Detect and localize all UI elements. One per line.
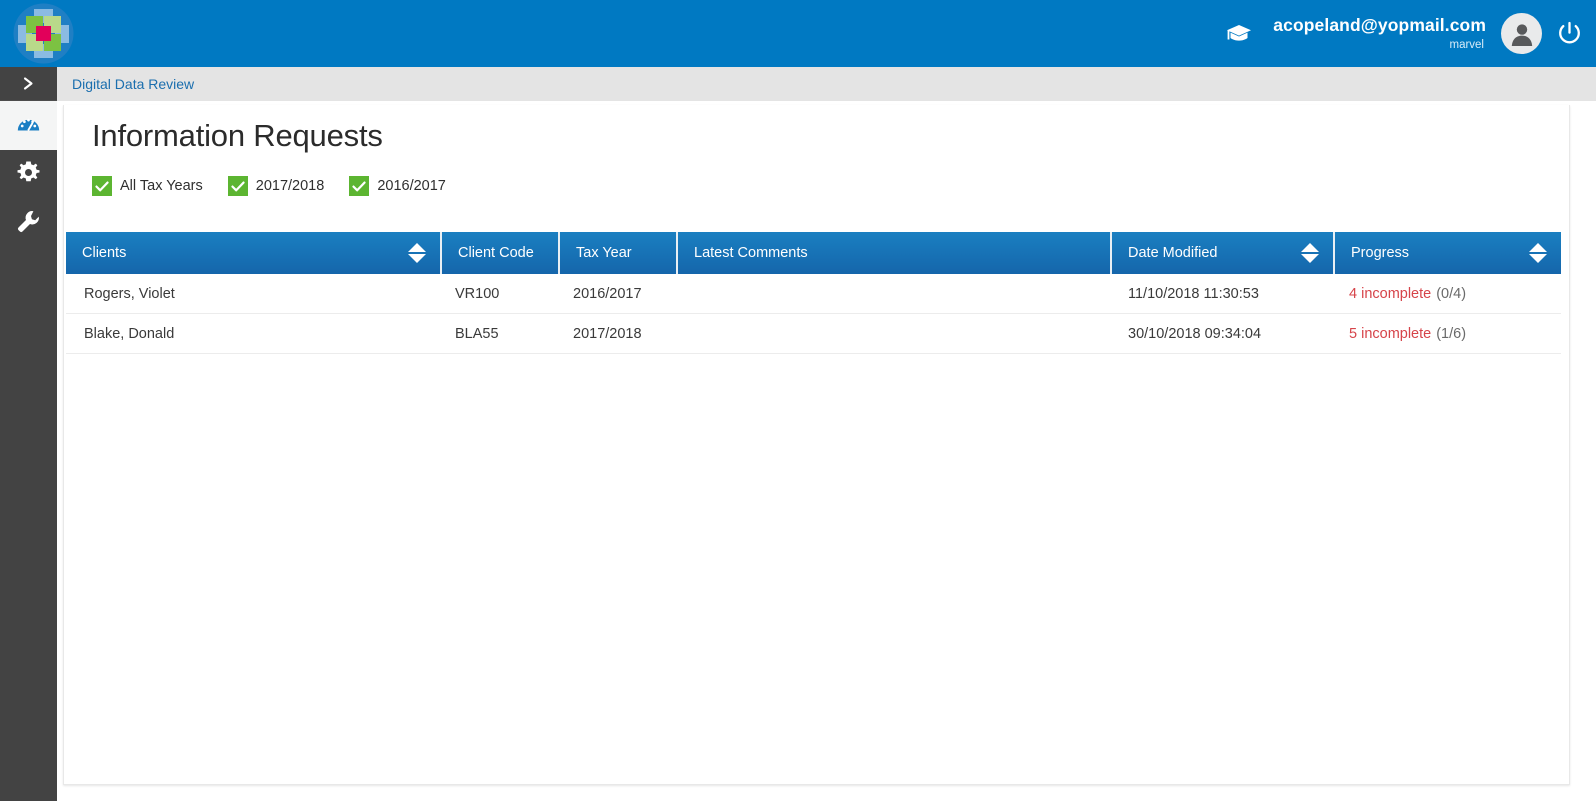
cell-progress: 4 incomplete (0/4): [1335, 274, 1561, 314]
sidebar-item-dashboard[interactable]: [0, 101, 57, 150]
cell-date-modified: 30/10/2018 09:34:04: [1112, 314, 1335, 354]
column-header-progress[interactable]: Progress: [1335, 232, 1561, 274]
breadcrumb-link-digital-data-review[interactable]: Digital Data Review: [72, 76, 194, 92]
cell-tax-year: 2016/2017: [560, 274, 678, 314]
column-header-client-code[interactable]: Client Code: [442, 232, 560, 274]
table-row[interactable]: Blake, Donald BLA55 2017/2018 30/10/2018…: [66, 314, 1561, 354]
filter-checkbox-2016-2017[interactable]: 2016/2017: [349, 176, 446, 196]
filter-label: 2017/2018: [256, 178, 325, 194]
progress-count: (0/4): [1436, 286, 1466, 302]
top-header-bar: acopeland@yopmail.com marvel: [0, 0, 1596, 67]
dashboard-gauge-icon: [16, 111, 41, 141]
column-header-label: Tax Year: [576, 245, 632, 261]
cell-progress: 5 incomplete (1/6): [1335, 314, 1561, 354]
table-row[interactable]: Rogers, Violet VR100 2016/2017 11/10/201…: [66, 274, 1561, 314]
cell-client-code: BLA55: [442, 314, 560, 354]
column-header-latest-comments[interactable]: Latest Comments: [678, 232, 1112, 274]
column-header-label: Latest Comments: [694, 245, 808, 261]
cell-latest-comments: [678, 274, 1112, 314]
user-avatar-icon[interactable]: [1501, 13, 1542, 54]
progress-count: (1/6): [1436, 326, 1466, 342]
column-header-label: Clients: [82, 245, 126, 261]
column-header-date-modified[interactable]: Date Modified: [1112, 232, 1335, 274]
tax-year-filter-row: All Tax Years 2017/2018 2016/2017: [92, 176, 471, 196]
sort-asc-icon: [1301, 243, 1319, 252]
checkmark-icon: [228, 176, 248, 196]
column-header-label: Client Code: [458, 245, 534, 261]
sort-toggle-progress[interactable]: [1529, 243, 1547, 263]
progress-status-badge: 5 incomplete: [1349, 326, 1431, 342]
cell-latest-comments: [678, 314, 1112, 354]
information-requests-table: Clients Client Code Tax Year Latest Comm…: [66, 232, 1561, 354]
filter-checkbox-2017-2018[interactable]: 2017/2018: [228, 176, 325, 196]
cell-client: Rogers, Violet: [66, 274, 442, 314]
chevron-right-icon[interactable]: [0, 67, 57, 101]
checkmark-icon: [349, 176, 369, 196]
column-header-label: Progress: [1351, 245, 1409, 261]
cell-client: Blake, Donald: [66, 314, 442, 354]
user-organisation: marvel: [1449, 39, 1484, 51]
sort-desc-icon: [408, 254, 426, 263]
grid-plus-logo-icon[interactable]: [13, 3, 74, 64]
left-sidebar: [0, 67, 57, 801]
main-content-panel: Information Requests All Tax Years 2017/…: [63, 105, 1570, 785]
header-right-group: acopeland@yopmail.com marvel: [1217, 0, 1596, 67]
cell-date-modified: 11/10/2018 11:30:53: [1112, 274, 1335, 314]
sort-asc-icon: [408, 243, 426, 252]
column-header-label: Date Modified: [1128, 245, 1217, 261]
table-header-row: Clients Client Code Tax Year Latest Comm…: [66, 232, 1561, 274]
graduation-cap-icon[interactable]: [1217, 0, 1261, 67]
sort-asc-icon: [1529, 243, 1547, 252]
cell-tax-year: 2017/2018: [560, 314, 678, 354]
gear-icon: [16, 160, 41, 190]
sort-desc-icon: [1301, 254, 1319, 263]
user-identity-block[interactable]: acopeland@yopmail.com marvel: [1273, 16, 1486, 50]
sort-desc-icon: [1529, 254, 1547, 263]
checkmark-icon: [92, 176, 112, 196]
cell-client-code: VR100: [442, 274, 560, 314]
sidebar-item-settings[interactable]: [0, 150, 57, 199]
filter-label: 2016/2017: [377, 178, 446, 194]
sort-toggle-date-modified[interactable]: [1301, 243, 1319, 263]
page-title: Information Requests: [92, 118, 383, 154]
user-email: acopeland@yopmail.com: [1273, 16, 1486, 34]
wrench-icon: [16, 209, 41, 239]
filter-label: All Tax Years: [120, 178, 203, 194]
column-header-tax-year[interactable]: Tax Year: [560, 232, 678, 274]
filter-checkbox-all-tax-years[interactable]: All Tax Years: [92, 176, 203, 196]
progress-status-badge: 4 incomplete: [1349, 286, 1431, 302]
sidebar-item-tools[interactable]: [0, 199, 57, 248]
column-header-clients[interactable]: Clients: [66, 232, 442, 274]
power-icon[interactable]: [1542, 0, 1596, 67]
breadcrumb-bar: Digital Data Review: [57, 67, 1596, 101]
sort-toggle-clients[interactable]: [408, 243, 426, 263]
